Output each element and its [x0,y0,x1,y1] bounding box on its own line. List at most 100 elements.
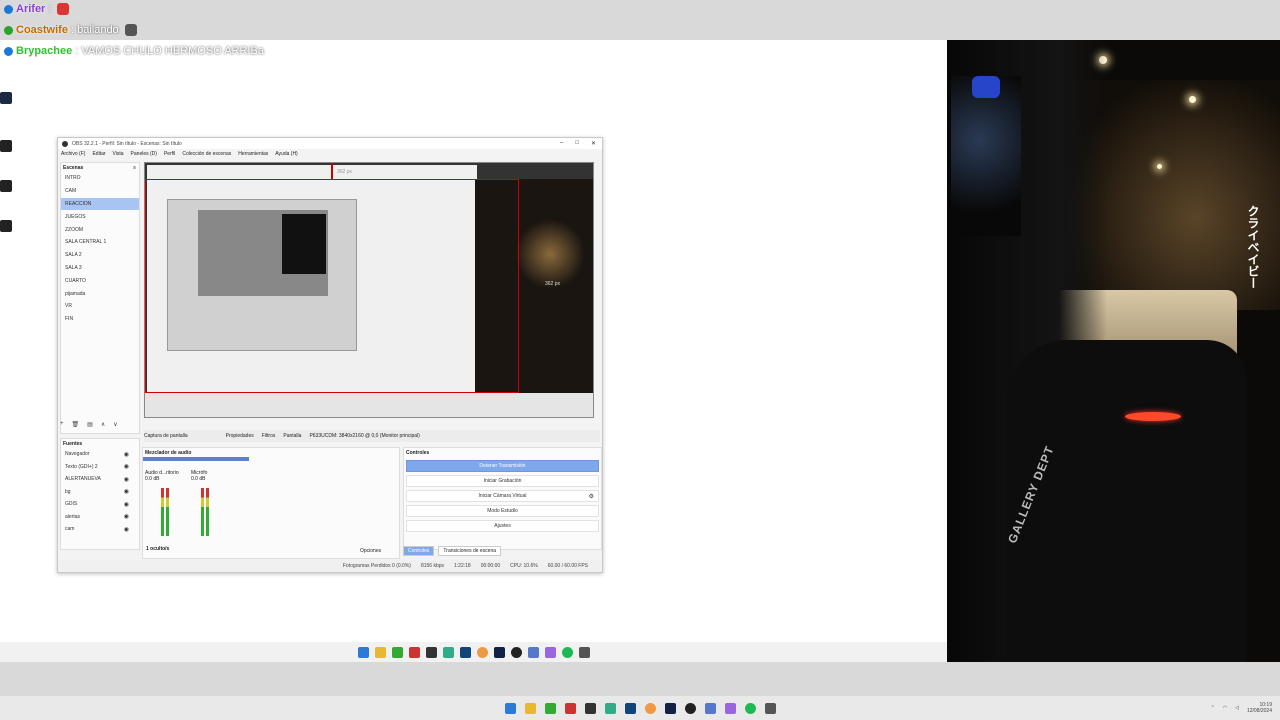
eye-icon[interactable]: ◉ [124,476,129,483]
add-icon[interactable]: + [60,421,64,428]
desktop-app-icon[interactable] [0,180,12,192]
windows-start-icon[interactable] [357,646,369,658]
panel-menu-icon[interactable]: ≡ [133,165,136,171]
options-button[interactable]: Opciones [360,548,381,554]
source-item[interactable]: Navegador ◉ [61,448,139,461]
folder-icon[interactable] [524,702,536,714]
source-label: alertas [65,513,81,520]
bitrate: 8156 kbps [420,563,445,569]
app-icon[interactable] [564,702,576,714]
desktop-app-icon[interactable] [0,140,12,152]
screen-select[interactable]: P633UCDM: 3840x2160 @ 0,0 (Monitor princ… [309,433,419,439]
start-recording-button[interactable]: Iniciar Grabación [406,475,599,487]
discord-icon[interactable] [527,646,539,658]
settings-button[interactable]: Ajustes [406,520,599,532]
eye-icon[interactable]: ◉ [124,488,129,495]
wifi-icon[interactable]: ◠ [1223,705,1227,711]
app-icon[interactable] [724,702,736,714]
scene-item[interactable]: INTRO [61,172,139,185]
app-icon[interactable] [604,702,616,714]
app-icon[interactable] [391,646,403,658]
menu-bar: Archivo (F) Editar Vista Paneles (D) Per… [58,149,602,158]
maximize-icon[interactable]: □ [575,140,579,147]
menu-archivo[interactable]: Archivo (F) [61,151,85,157]
source-item[interactable]: GDIS ◉ [61,498,139,511]
eye-icon[interactable]: ◉ [124,501,129,508]
app-icon[interactable] [624,702,636,714]
scene-item[interactable]: CUARTO [61,274,139,287]
chat-line: Arifer : [4,3,70,15]
menu-coleccion[interactable]: Colección de escenas [182,151,231,157]
filter-icon[interactable]: ▤ [87,421,93,428]
nested-taskbar [145,393,593,417]
source-item[interactable]: Texto (GDI+) 2 ◉ [61,461,139,474]
scene-item[interactable]: JUEGOS [61,210,139,223]
chrome-icon[interactable] [644,702,656,714]
stop-streaming-button[interactable]: Detener Transmisión [406,460,599,472]
virtual-camera-button[interactable]: Iniciar Cámara Virtual ⚙ [406,490,599,502]
obs-icon[interactable] [510,646,522,658]
scene-item[interactable]: pijamada [61,287,139,300]
menu-editar[interactable]: Editar [92,151,105,157]
desktop-app-icon[interactable] [0,92,12,104]
volume-icon[interactable]: ◁ [1235,705,1239,711]
menu-paneles[interactable]: Paneles (D) [131,151,157,157]
arrow-up-icon[interactable]: ∧ [101,421,105,428]
preview-canvas[interactable]: 362 px 362 px [144,162,594,418]
app-icon[interactable] [544,702,556,714]
app-icon[interactable] [425,646,437,658]
clock-date: 12/08/2024 [1246,708,1272,714]
chrome-icon[interactable] [476,646,488,658]
eye-icon[interactable]: ◉ [124,526,129,533]
scene-item[interactable]: SALA CENTRAL 1 [61,236,139,249]
gear-icon[interactable]: ⚙ [589,493,594,500]
scene-item[interactable]: SALA 3 [61,262,139,275]
discord-icon[interactable] [704,702,716,714]
menu-vista[interactable]: Vista [113,151,124,157]
source-item[interactable]: cam ◉ [61,523,139,536]
mixer-channel: Audio d...ritorio 0.0 dB [145,470,185,540]
clock[interactable]: 10:19 12/08/2024 [1247,702,1272,714]
scene-item[interactable]: VR [61,300,139,313]
app-icon[interactable] [459,646,471,658]
steam-icon[interactable] [664,702,676,714]
trash-icon[interactable]: 🗑 [72,421,80,428]
app-icon[interactable] [544,646,556,658]
close-icon[interactable]: ✕ [591,140,596,147]
scene-item[interactable]: CAM [61,185,139,198]
app-icon[interactable] [408,646,420,658]
desktop-app-icon[interactable] [0,220,12,232]
menu-herramientas[interactable]: Herramientas [238,151,268,157]
menu-ayuda[interactable]: Ayuda (H) [275,151,297,157]
app-icon[interactable] [578,646,590,658]
arrow-down-icon[interactable]: ∨ [113,421,117,428]
app-icon[interactable] [442,646,454,658]
scene-item-selected[interactable]: REACCION [61,197,139,211]
source-item[interactable]: ALERTANUEVA ◉ [61,473,139,486]
eye-icon[interactable]: ◉ [124,463,129,470]
app-icon[interactable] [764,702,776,714]
scene-item[interactable]: FIN [61,313,139,326]
windows-start-icon[interactable] [504,702,516,714]
eye-icon[interactable]: ◉ [124,451,129,458]
studio-mode-button[interactable]: Modo Estudio [406,505,599,517]
filters-button[interactable]: Filtros [262,433,276,439]
scene-item[interactable]: ZZOOM [61,223,139,236]
tab-transitions[interactable]: Transiciones de escena [438,546,502,556]
scene-item[interactable]: SALA 2 [61,249,139,262]
spotify-icon[interactable] [744,702,756,714]
mixer-header-bar [143,457,249,461]
app-icon[interactable] [584,702,596,714]
minimize-icon[interactable]: – [560,140,563,147]
folder-icon[interactable] [374,646,386,658]
steam-icon[interactable] [493,646,505,658]
tab-controls[interactable]: Controles [403,546,435,556]
source-item[interactable]: alertas ◉ [61,511,139,524]
obs-icon[interactable] [684,702,696,714]
spotify-icon[interactable] [561,646,573,658]
chevron-up-icon[interactable]: ⌃ [1211,705,1215,711]
properties-button[interactable]: Propiedades [226,433,254,439]
eye-icon[interactable]: ◉ [124,513,129,520]
source-item[interactable]: bg ◉ [61,486,139,499]
menu-perfil[interactable]: Perfil [164,151,175,157]
